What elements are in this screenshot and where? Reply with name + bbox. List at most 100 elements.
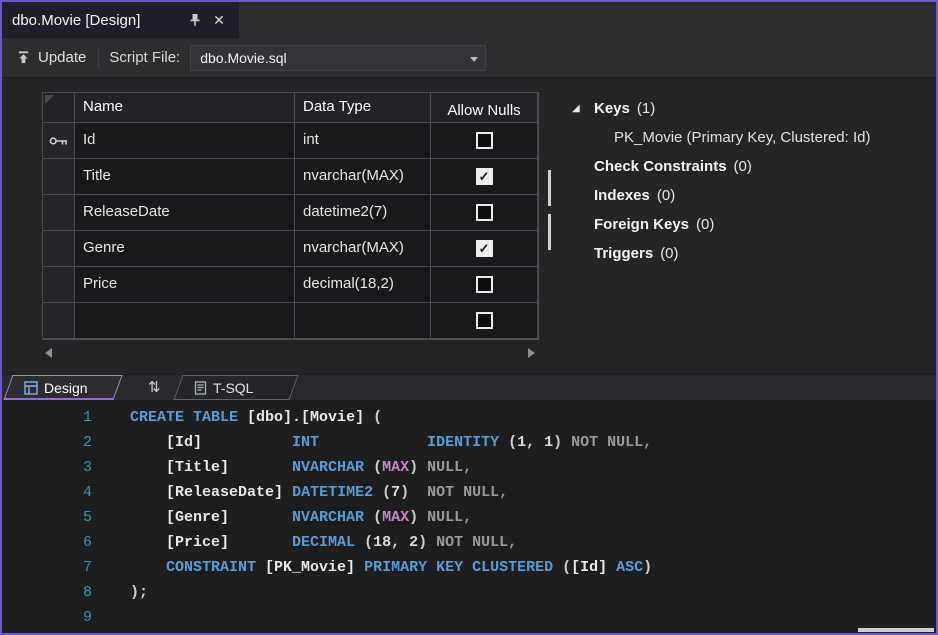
tree-item-label: Indexes [594,187,650,204]
code-token: ( [373,484,391,501]
splitter-grip-bar [548,214,551,250]
code-token [319,434,427,451]
row-header[interactable] [43,303,75,339]
tab-design[interactable]: Design [8,375,118,400]
tree-item-count: (0) [657,187,675,204]
data-type-cell[interactable]: int [295,123,431,159]
close-icon[interactable]: ✕ [209,10,229,30]
column-name-cell[interactable]: Genre [75,231,295,267]
allow-nulls-checkbox[interactable] [476,312,493,329]
code-token [355,559,364,576]
column-header-name[interactable]: Name [75,93,295,123]
row-header[interactable] [43,231,75,267]
tree-item-keys[interactable]: ◢Keys(1) [564,94,930,123]
tree-item-foreign-keys[interactable]: Foreign Keys(0) [564,210,930,239]
code-token: ) [409,509,427,526]
tree-item-check-constraints[interactable]: Check Constraints(0) [564,152,930,181]
select-all-corner[interactable] [43,93,75,123]
column-name-cell[interactable]: Id [75,123,295,159]
table-designer-window: dbo.Movie [Design] ✕ Update Script File:… [0,0,938,635]
sql-code-editor[interactable]: 1CREATE TABLE [dbo].[Movie] (2 [Id] INT … [2,400,936,633]
scroll-left-icon[interactable] [45,348,52,358]
grid-horizontal-scrollbar[interactable] [42,346,538,360]
tree-item-indexes[interactable]: Indexes (0) [564,181,930,210]
tab-tsql[interactable]: T-SQL [178,375,294,400]
row-header-primary-key[interactable] [43,123,75,159]
code-token: ( [553,559,571,576]
row-header[interactable] [43,159,75,195]
swap-panes-icon[interactable]: ⇅ [148,378,161,396]
code-token: ); [130,584,148,601]
design-grid-icon [24,381,38,395]
allow-nulls-checkbox[interactable] [476,132,493,149]
code-token: ) [643,559,652,576]
tree-item-triggers[interactable]: Triggers(0) [564,239,930,268]
tree-item-count: (1) [637,100,655,117]
line-number: 2 [2,430,92,455]
code-token: CONSTRAINT [166,559,256,576]
chevron-down-icon [470,57,478,62]
column-name-cell[interactable]: ReleaseDate [75,195,295,231]
allow-nulls-checkbox[interactable] [476,276,493,293]
script-file-combobox[interactable]: dbo.Movie.sql [190,45,486,71]
code-token: 1, 1 [517,434,553,451]
column-header-allow-nulls[interactable]: Allow Nulls [431,93,538,123]
scroll-right-icon[interactable] [528,348,535,358]
row-header[interactable] [43,267,75,303]
allow-nulls-cell [431,303,538,339]
column-name-cell[interactable]: Price [75,267,295,303]
allow-nulls-checkbox[interactable]: ✓ [476,168,493,185]
pin-icon[interactable] [185,10,205,30]
code-token: NOT NULL, [571,434,652,451]
code-token: [Price] [166,534,229,551]
code-token: ( [364,409,382,426]
code-token: NVARCHAR [292,459,364,476]
code-line: 3 [Title] NVARCHAR (MAX) NULL, [2,455,936,480]
grid-header-row: NameData TypeAllow Nulls [43,93,538,123]
allow-nulls-checkbox[interactable]: ✓ [476,240,493,257]
code-token: ) [409,459,427,476]
data-type-cell[interactable] [295,303,431,339]
code-text: [Title] NVARCHAR (MAX) NULL, [130,459,472,476]
column-header-data-type[interactable]: Data Type [295,93,431,123]
allow-nulls-checkbox[interactable] [476,204,493,221]
data-type-cell[interactable]: nvarchar(MAX) [295,159,431,195]
code-token [256,559,265,576]
table-row [43,303,538,339]
column-name-cell[interactable] [75,303,295,339]
code-token: ( [355,534,373,551]
data-type-cell[interactable]: nvarchar(MAX) [295,231,431,267]
code-token: ASC [616,559,643,576]
update-button[interactable]: Update [2,44,96,72]
data-type-cell[interactable]: decimal(18,2) [295,267,431,303]
line-number: 8 [2,580,92,605]
row-header[interactable] [43,195,75,231]
code-token: [PK_Movie] [265,559,355,576]
code-line: 5 [Genre] NVARCHAR (MAX) NULL, [2,505,936,530]
code-token: ( [364,459,382,476]
code-token: CREATE TABLE [130,409,238,426]
code-token [229,534,292,551]
document-tab-dbo-movie-design[interactable]: dbo.Movie [Design] ✕ [2,2,239,38]
code-token: PRIMARY KEY CLUSTERED [364,559,553,576]
tree-child-item[interactable]: PK_Movie (Primary Key, Clustered: Id) [564,123,930,152]
line-number: 6 [2,530,92,555]
horizontal-scrollbar-thumb[interactable] [858,628,934,632]
keys-tree: ◢Keys(1)PK_Movie (Primary Key, Clustered… [564,94,930,268]
code-token: [Genre] [166,509,229,526]
script-file-label: Script File: [109,49,180,66]
expanded-arrow-icon[interactable]: ◢ [572,103,594,114]
tree-item-label: Triggers [594,245,653,262]
code-token [130,534,166,551]
data-type-cell[interactable]: datetime2(7) [295,195,431,231]
tab-design-label: Design [44,380,88,396]
code-token [130,509,166,526]
tree-item-label: Check Constraints [594,158,727,175]
code-token [130,434,166,451]
code-token: 7 [391,484,400,501]
column-name-cell[interactable]: Title [75,159,295,195]
pane-splitter[interactable] [545,170,553,254]
line-number: 4 [2,480,92,505]
line-number: 3 [2,455,92,480]
document-tab-bar: dbo.Movie [Design] ✕ [2,2,936,38]
